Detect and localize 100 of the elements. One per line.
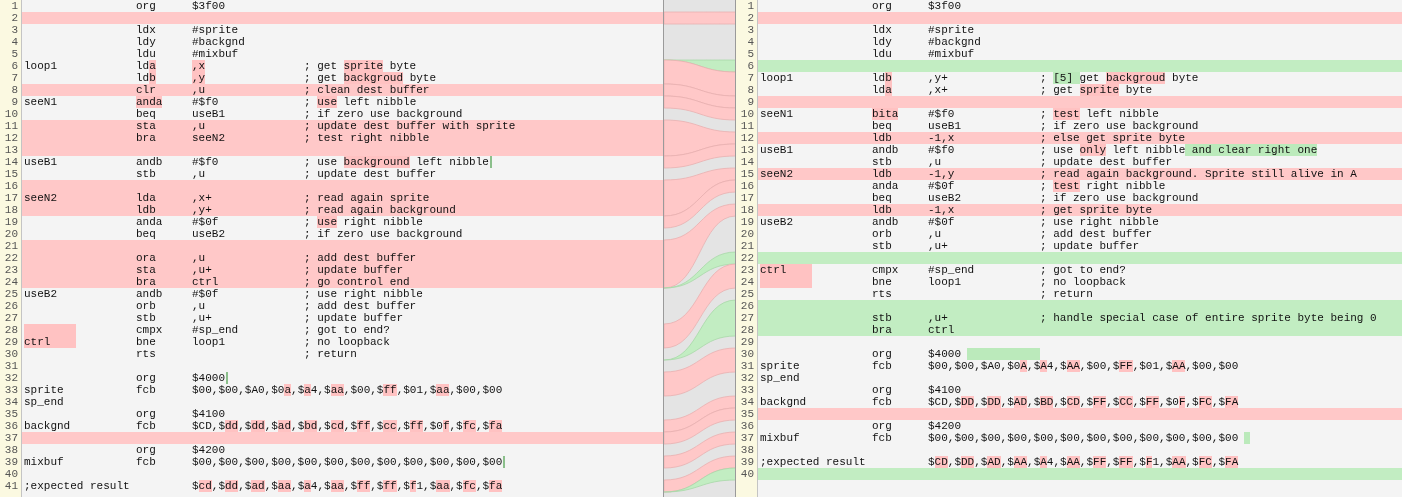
operand: ,x+ [928, 84, 948, 96]
mnemonic: fcb [872, 432, 892, 444]
code-comment: ; add dest buffer [304, 252, 417, 264]
operand: -1,x [928, 132, 955, 144]
code-comment: ; [5] get backgroud byte [1040, 72, 1199, 84]
code-comment: ; test right nibble [304, 132, 430, 144]
operand: #$0f [928, 216, 955, 228]
code-comment: ; use right nibble [304, 288, 423, 300]
line-number: 3 [736, 24, 758, 36]
operand: ,u [192, 300, 206, 312]
code-comment: ; get sprite byte [1040, 204, 1153, 216]
mnemonic: andb [136, 288, 163, 300]
operand: #$f0 [192, 156, 219, 168]
operand: $4000 [928, 348, 961, 360]
mnemonic: org [136, 372, 156, 384]
code-comment: ; else get sprite byte [1040, 132, 1186, 144]
line-number: 27 [736, 312, 758, 324]
code-label: ctrl [760, 264, 812, 276]
line-number: 28 [0, 324, 22, 336]
line-number: 3 [0, 24, 22, 36]
code-comment: ; if zero use background [304, 228, 463, 240]
line-number: 37 [736, 432, 758, 444]
line-number: 32 [736, 372, 758, 384]
line-number: 13 [736, 144, 758, 156]
code-comment: ; update buffer [1040, 240, 1140, 252]
code-label: backgnd [24, 420, 71, 432]
line-number: 41 [0, 480, 22, 492]
mnemonic: fcb [136, 456, 156, 468]
mnemonic: andb [872, 144, 899, 156]
code-comment: ; use left nibble [304, 96, 417, 108]
code-comment: ; get sprite byte [1040, 84, 1153, 96]
operand: #$f0 [928, 144, 955, 156]
line-number: 29 [0, 336, 22, 348]
operand: $CD,$DD,$AD,$AA,$A4,$AA,$FF,$FF,$F1,$AA,$FC,$FA [928, 456, 1239, 468]
line-number: 39 [736, 456, 758, 468]
operand: $4100 [928, 384, 961, 396]
line-number: 14 [0, 156, 22, 168]
mnemonic: org [872, 0, 892, 12]
code-label: backgnd [760, 396, 807, 408]
line-number: 5 [0, 48, 22, 60]
mnemonic: clr [136, 84, 156, 96]
mnemonic: sta [136, 264, 156, 276]
line-number: 17 [0, 192, 22, 204]
mnemonic: ldb [872, 168, 892, 180]
line-number: 9 [736, 96, 758, 108]
code-comment: ; update dest buffer [1040, 156, 1173, 168]
line-number: 40 [0, 468, 22, 480]
line-number: 11 [736, 120, 758, 132]
code-label: loop1 [24, 60, 57, 72]
code-label: sprite [760, 360, 800, 372]
operand: ,u [928, 228, 942, 240]
code-comment: ; update dest buffer [304, 168, 437, 180]
operand: ,x+ [192, 192, 212, 204]
line-number: 31 [0, 360, 22, 372]
mnemonic: org [136, 0, 156, 12]
mnemonic: bra [872, 324, 892, 336]
code-comment: ; no loopback [1040, 276, 1126, 288]
line-number: 26 [0, 300, 22, 312]
line-number: 18 [736, 204, 758, 216]
mnemonic: anda [136, 96, 163, 108]
operand: useB1 [928, 120, 961, 132]
mnemonic: org [872, 420, 892, 432]
mnemonic: stb [136, 168, 156, 180]
operand: $CD,$dd,$dd,$ad,$bd,$cd,$ff,$cc,$ff,$0f,$fc,$fa [192, 420, 503, 432]
mnemonic: anda [872, 180, 899, 192]
mnemonic: ldb [872, 72, 892, 84]
code-label: sp_end [760, 372, 800, 384]
line-number: 13 [0, 144, 22, 156]
code-label: seeN2 [24, 192, 57, 204]
code-comment: ; update dest buffer with sprite [304, 120, 516, 132]
code-comment: ; use right nibble [304, 216, 423, 228]
operand: ,u [928, 156, 942, 168]
line-number: 21 [0, 240, 22, 252]
code-pane[interactable] [736, 0, 1402, 497]
mnemonic: rts [136, 348, 156, 360]
code-comment: ; got to end? [304, 324, 390, 336]
operand: #$0f [928, 180, 955, 192]
line-number: 36 [0, 420, 22, 432]
line-number: 33 [736, 384, 758, 396]
code-label: useB1 [760, 144, 793, 156]
mnemonic: ldb [872, 132, 892, 144]
line-number: 26 [736, 300, 758, 312]
line-number: 1 [736, 0, 758, 12]
mnemonic: ldy [136, 36, 156, 48]
line-number: 38 [0, 444, 22, 456]
code-comment: ; test left nibble [1040, 108, 1159, 120]
code-comment: ; read again background [304, 204, 456, 216]
operand: #backgnd [192, 36, 245, 48]
code-comment: ; get sprite byte [304, 60, 417, 72]
mnemonic: org [136, 408, 156, 420]
operand: $CD,$DD,$DD,$AD,$BD,$CD,$FF,$CC,$FF,$0F,$FC,$FA [928, 396, 1239, 408]
code-pane[interactable] [0, 0, 664, 497]
code-comment: ; get backgroud byte [304, 72, 437, 84]
operand: $4200 [192, 444, 225, 456]
mnemonic: bita [872, 108, 899, 120]
line-number: 10 [736, 108, 758, 120]
mnemonic: org [872, 348, 892, 360]
line-number-gutter [0, 492, 22, 497]
mnemonic: cmpx [136, 324, 163, 336]
line-number: 30 [0, 348, 22, 360]
